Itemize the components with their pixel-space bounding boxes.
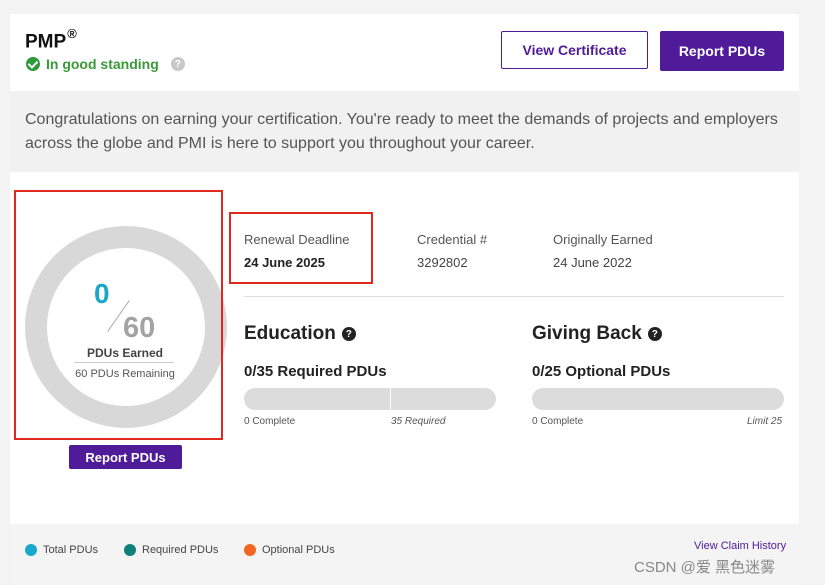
credential-label: Credential # xyxy=(417,232,488,247)
watermark: CSDN @爱 黑色迷雾 xyxy=(634,559,776,576)
optional-dot-icon xyxy=(244,544,256,556)
credential-value: 3292802 xyxy=(417,255,468,270)
education-bar-split xyxy=(390,388,391,410)
required-dot-icon xyxy=(124,544,136,556)
highlight-box-donut xyxy=(14,190,223,440)
giving-back-complete: 0 Complete xyxy=(532,416,584,427)
check-circle-icon xyxy=(26,57,40,71)
congrats-message: Congratulations on earning your certific… xyxy=(10,91,799,172)
education-complete: 0 Complete xyxy=(244,416,296,427)
view-certificate-button[interactable]: View Certificate xyxy=(501,31,648,69)
highlight-box-renewal xyxy=(229,212,373,284)
legend-optional: Optional PDUs xyxy=(244,544,335,556)
education-title: Education? xyxy=(244,323,356,345)
standing-text: In good standing xyxy=(46,56,159,72)
legend-total: Total PDUs xyxy=(25,544,98,556)
education-progress-bar xyxy=(244,388,496,410)
legend-required: Required PDUs xyxy=(124,544,218,556)
report-pdus-button[interactable]: Report PDUs xyxy=(660,31,784,71)
section-divider xyxy=(244,296,784,297)
total-dot-icon xyxy=(25,544,37,556)
education-help-icon[interactable]: ? xyxy=(341,327,356,341)
education-subtitle: 0/35 Required PDUs xyxy=(244,363,387,380)
originally-earned-label: Originally Earned xyxy=(553,232,653,247)
education-required: 35 Required xyxy=(391,416,446,427)
giving-back-help-icon[interactable]: ? xyxy=(647,327,662,341)
page-title: PMP® xyxy=(25,26,77,53)
certification-card: PMP® In good standing ? View Certificate… xyxy=(10,14,799,585)
registered-mark: ® xyxy=(67,26,77,41)
giving-back-limit: Limit 25 xyxy=(747,416,783,427)
giving-back-progress-bar xyxy=(532,388,784,410)
help-icon[interactable]: ? xyxy=(170,57,185,71)
giving-back-subtitle: 0/25 Optional PDUs xyxy=(532,363,671,380)
report-pdus-small-button[interactable]: Report PDUs xyxy=(69,445,182,469)
status-badge: In good standing ? xyxy=(26,56,185,72)
view-claim-history-link[interactable]: View Claim History xyxy=(694,540,786,552)
originally-earned-value: 24 June 2022 xyxy=(553,255,632,270)
giving-back-title: Giving Back? xyxy=(532,323,662,345)
